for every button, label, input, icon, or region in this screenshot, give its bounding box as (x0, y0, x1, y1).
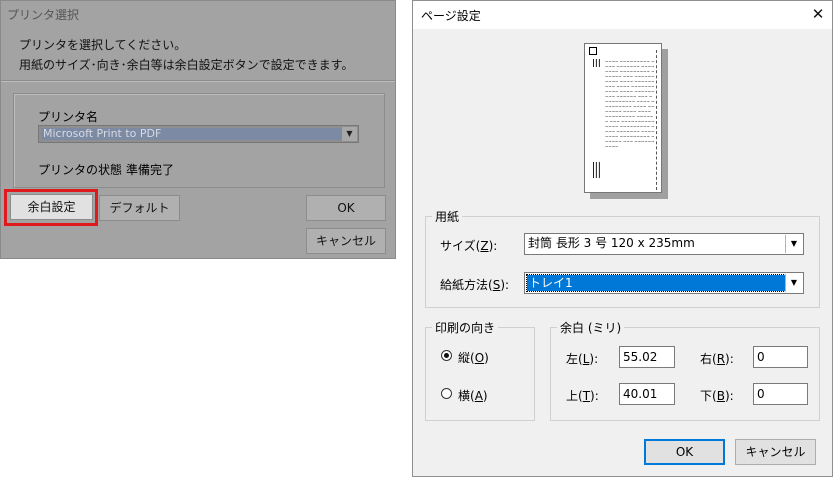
orientation-group-box (425, 327, 535, 421)
page-preview: ||| ||| ||| ~~~~ ~~~~~~~~~ ~~~~ ~~~~~~~ ~… (584, 43, 662, 193)
margin-right-input[interactable]: 0 (753, 346, 808, 368)
margin-right-label: 右(R): (700, 352, 734, 366)
margin-top-input[interactable]: 40.01 (619, 383, 675, 405)
landscape-radio[interactable] (441, 388, 452, 399)
cancel-button[interactable]: キャンセル (735, 439, 816, 465)
paper-group-box (425, 216, 820, 308)
preview-text-lines: ~~~~ ~~~~~~~~~ ~~~~ ~~~~~~~ ~~~~ ~~~~ ~~… (605, 59, 655, 149)
paper-source-dropdown[interactable]: トレイ1 ▼ (524, 272, 804, 294)
stamp-box-icon (589, 47, 597, 55)
orientation-group-label: 印刷の向き (432, 319, 499, 336)
cancel-button[interactable]: キャンセル (306, 228, 386, 254)
ok-button[interactable]: OK (644, 439, 725, 465)
portrait-radio[interactable] (441, 350, 452, 361)
paper-size-dropdown[interactable]: 封筒 長形 3 号 120 x 235mm ▼ (524, 233, 804, 255)
printer-name-dropdown[interactable]: Microsoft Print to PDF ▼ (38, 125, 359, 143)
printer-name-value: Microsoft Print to PDF (41, 128, 341, 140)
default-button[interactable]: デフォルト (99, 195, 180, 221)
landscape-label[interactable]: 横(A) (458, 387, 488, 404)
ok-button[interactable]: OK (306, 195, 386, 221)
margin-bottom-input[interactable]: 0 (753, 383, 808, 405)
margin-group-label: 余白 (ミリ) (557, 319, 625, 336)
printer-name-label: プリンタ名 (38, 110, 99, 124)
portrait-label[interactable]: 縦(O) (458, 349, 489, 366)
paper-size-label: サイズ(Z): (440, 239, 498, 253)
margin-top-label: 上(T): (566, 389, 599, 403)
paper-source-label: 給紙方法(S): (440, 278, 510, 292)
printer-select-dialog: プリンタ選択 プリンタを選択してください。 用紙のサイズ･向き･余白等は余白設定… (0, 0, 396, 259)
instruction-line-1: プリンタを選択してください。 (19, 38, 187, 52)
instruction-line-2: 用紙のサイズ･向き･余白等は余白設定ボタンで設定できます。 (19, 58, 354, 72)
dialog-title: ページ設定 (421, 9, 481, 23)
chevron-down-icon[interactable]: ▼ (785, 235, 802, 253)
close-icon[interactable]: ✕ (808, 4, 828, 24)
margin-bottom-label: 下(B): (700, 389, 734, 403)
paper-group-label: 用紙 (432, 208, 463, 225)
margin-left-input[interactable]: 55.02 (619, 346, 675, 368)
paper-source-value: トレイ1 (526, 274, 786, 292)
header-divider (1, 80, 395, 82)
page-setup-dialog: ページ設定 ✕ ||| ||| ||| ~~~~ ~~~~~~~~~ ~~~~ ~… (412, 0, 833, 477)
radio-selected-dot (444, 353, 449, 358)
margin-left-label: 左(L): (566, 352, 599, 366)
printer-status-value: 準備完了 (126, 163, 175, 177)
highlight-box (4, 189, 98, 226)
chevron-down-icon[interactable]: ▼ (785, 274, 802, 292)
paper-size-value: 封筒 長形 3 号 120 x 235mm (528, 236, 695, 250)
preview-margin-line (656, 50, 657, 190)
barcode-icon: ||| (592, 58, 601, 67)
margin-group-box (550, 327, 820, 421)
barcode-icon: ||| ||| (592, 161, 601, 178)
printer-status-label: プリンタの状態 (38, 163, 123, 177)
chevron-down-icon[interactable]: ▼ (341, 127, 357, 141)
dialog-title: プリンタ選択 (7, 8, 80, 22)
